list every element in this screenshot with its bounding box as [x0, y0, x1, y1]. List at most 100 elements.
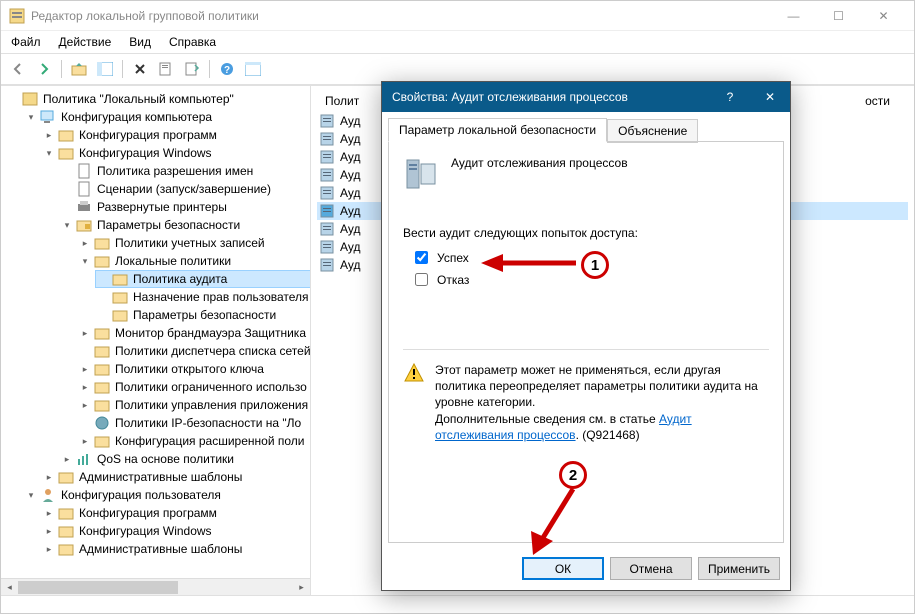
ok-button[interactable]: ОК [522, 557, 604, 580]
expand-icon[interactable]: ▸ [79, 381, 91, 393]
expand-icon[interactable]: ▸ [79, 435, 91, 447]
dialog-tabs: Параметр локальной безопасности Объяснен… [388, 118, 784, 142]
tree-security[interactable]: ▾Параметры безопасности [59, 216, 311, 234]
folder-icon [112, 289, 128, 305]
expand-icon[interactable]: ▸ [43, 543, 55, 555]
tab-local-security[interactable]: Параметр локальной безопасности [388, 118, 607, 142]
tree-software[interactable]: ▸Конфигурация программ [41, 126, 311, 144]
warning-icon [403, 362, 425, 384]
tree-admin-templates-u[interactable]: ▸Административные шаблоны [41, 540, 311, 558]
tree-netlist[interactable]: Политики диспетчера списка сетей [77, 342, 311, 360]
tree-name-policy[interactable]: Политика разрешения имен [59, 162, 311, 180]
collapse-icon[interactable]: ▾ [61, 219, 73, 231]
dialog-close-button[interactable]: ✕ [750, 82, 790, 112]
expand-icon[interactable]: ▸ [43, 525, 55, 537]
doc-icon [76, 163, 92, 179]
tree-admin-templates-c[interactable]: ▸Административные шаблоны [41, 468, 311, 486]
menu-file[interactable]: Файл [9, 33, 43, 51]
show-hide-tree-button[interactable] [94, 58, 116, 80]
tree-qos[interactable]: ▸QoS на основе политики [59, 450, 311, 468]
expand-icon[interactable]: ▸ [43, 471, 55, 483]
properties-dialog: Свойства: Аудит отслеживания процессов ?… [381, 81, 791, 591]
folder-icon [58, 145, 74, 161]
security-icon [76, 217, 92, 233]
audit-prompt: Вести аудит следующих попыток доступа: [403, 226, 769, 240]
tree-pubkey[interactable]: ▸Политики открытого ключа [77, 360, 311, 378]
details-button[interactable] [242, 58, 264, 80]
apply-button[interactable]: Применить [698, 557, 780, 580]
window-title: Редактор локальной групповой политики [31, 9, 771, 23]
folder-icon [94, 343, 110, 359]
folder-icon [94, 235, 110, 251]
audit-item-icon [319, 167, 335, 183]
tree-appctrl[interactable]: ▸Политики управления приложения [77, 396, 311, 414]
expand-icon[interactable]: ▸ [79, 363, 91, 375]
tab-explanation[interactable]: Объяснение [607, 119, 698, 143]
tree-user-config[interactable]: ▾Конфигурация пользователя [23, 486, 311, 504]
tree-local-policies[interactable]: ▾Локальные политики [77, 252, 311, 270]
scroll-right-icon[interactable]: ▸ [293, 579, 310, 595]
tree-root[interactable]: Политика "Локальный компьютер" [5, 90, 311, 108]
tree-windows-config2[interactable]: ▸Конфигурация Windows [41, 522, 311, 540]
collapse-icon[interactable]: ▾ [43, 147, 55, 159]
folder-icon [58, 505, 74, 521]
back-button[interactable] [7, 58, 29, 80]
tree-advaudit[interactable]: ▸Конфигурация расширенной поли [77, 432, 311, 450]
printer-icon [76, 199, 92, 215]
app-icon [9, 8, 25, 24]
scroll-left-icon[interactable]: ◂ [1, 579, 18, 595]
menu-help[interactable]: Справка [167, 33, 218, 51]
forward-button[interactable] [33, 58, 55, 80]
tree-pane[interactable]: Политика "Локальный компьютер" ▾Конфигур… [1, 86, 311, 595]
expand-icon[interactable]: ▸ [79, 399, 91, 411]
tree-hscrollbar[interactable]: ◂ ▸ [1, 578, 310, 595]
col-param[interactable]: ости [857, 92, 898, 110]
dialog-help-button[interactable]: ? [710, 82, 750, 112]
folder-icon [94, 253, 110, 269]
folder-icon [94, 379, 110, 395]
tree-restrict[interactable]: ▸Политики ограниченного использо [77, 378, 311, 396]
computer-icon [40, 109, 56, 125]
tree-account-policies[interactable]: ▸Политики учетных записей [77, 234, 311, 252]
scroll-thumb[interactable] [18, 581, 178, 594]
policy-icon [22, 91, 38, 107]
minimize-button[interactable]: — [771, 1, 816, 30]
folder-icon [94, 361, 110, 377]
help-button[interactable]: ? [216, 58, 238, 80]
expand-icon[interactable]: ▸ [43, 129, 55, 141]
main-window: Редактор локальной групповой политики — … [0, 0, 915, 614]
checkbox-success-input[interactable] [415, 251, 428, 264]
tree-user-rights[interactable]: Назначение прав пользователя [95, 288, 311, 306]
menu-view[interactable]: Вид [127, 33, 153, 51]
expand-icon[interactable]: ▸ [43, 507, 55, 519]
expand-icon[interactable]: ▸ [61, 453, 73, 465]
checkbox-failure-input[interactable] [415, 273, 428, 286]
expand-icon[interactable]: ▸ [79, 327, 91, 339]
close-button[interactable]: ✕ [861, 1, 906, 30]
tab-content: Аудит отслеживания процессов Вести аудит… [388, 141, 784, 543]
checkbox-success[interactable]: Успех [411, 248, 769, 267]
up-button[interactable] [68, 58, 90, 80]
cancel-button[interactable]: Отмена [610, 557, 692, 580]
tree-firewall[interactable]: ▸Монитор брандмауэра Защитника [77, 324, 311, 342]
tree-software2[interactable]: ▸Конфигурация программ [41, 504, 311, 522]
tree-scripts[interactable]: Сценарии (запуск/завершение) [59, 180, 311, 198]
tree-security-options[interactable]: Параметры безопасности [95, 306, 311, 324]
refresh-button[interactable] [155, 58, 177, 80]
export-button[interactable] [181, 58, 203, 80]
tree-ipsec[interactable]: Политики IP-безопасности на "Ло [77, 414, 311, 432]
tree-computer-config[interactable]: ▾Конфигурация компьютера [23, 108, 311, 126]
menu-action[interactable]: Действие [57, 33, 114, 51]
collapse-icon[interactable]: ▾ [25, 489, 37, 501]
collapse-icon[interactable]: ▾ [79, 255, 91, 267]
maximize-button[interactable]: ☐ [816, 1, 861, 30]
tree-audit-policy[interactable]: Политика аудита [95, 270, 311, 288]
collapse-icon[interactable]: ▾ [25, 111, 37, 123]
tree-printers[interactable]: Развернутые принтеры [59, 198, 311, 216]
checkbox-failure[interactable]: Отказ [411, 270, 769, 289]
tree-windows-config[interactable]: ▾Конфигурация Windows [41, 144, 311, 162]
delete-button[interactable] [129, 58, 151, 80]
qos-icon [76, 451, 92, 467]
expand-icon[interactable]: ▸ [79, 237, 91, 249]
audit-item-icon [319, 239, 335, 255]
